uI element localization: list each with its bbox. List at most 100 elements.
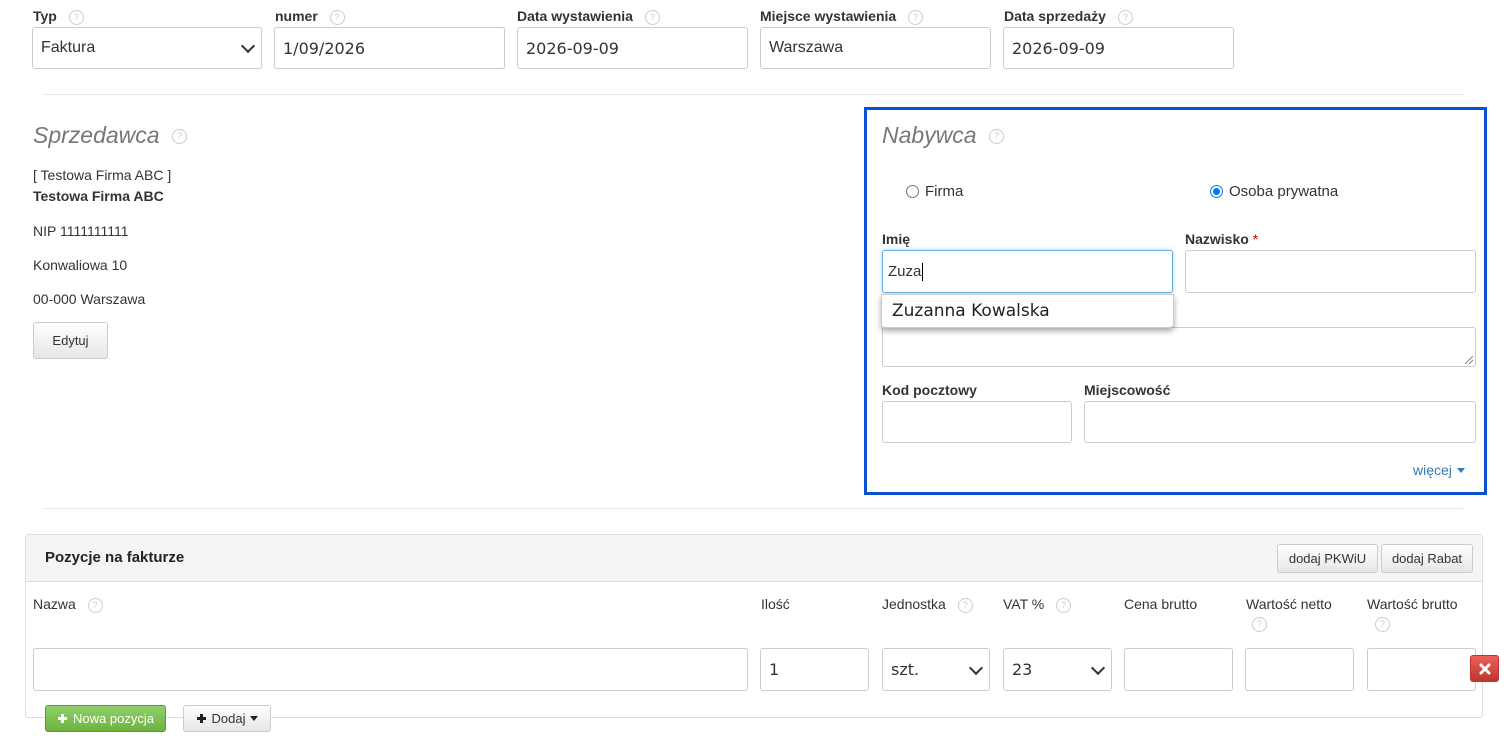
edit-seller-button[interactable]: Edytuj — [33, 322, 108, 359]
postal-code-input[interactable] — [882, 401, 1072, 443]
help-icon[interactable]: ? — [1056, 597, 1072, 613]
numer-label: numer ? — [275, 8, 345, 25]
help-icon[interactable]: ? — [644, 9, 660, 25]
col-name-header: Nazwa ? — [33, 596, 103, 613]
data-sprzedazy-label-text: Data sprzedaży — [1004, 8, 1106, 24]
typ-label-text: Typ — [33, 8, 57, 24]
data-sprzedazy-label: Data sprzedaży ? — [1004, 8, 1133, 25]
help-icon[interactable]: ? — [68, 9, 84, 25]
typ-label: Typ ? — [33, 8, 84, 25]
col-net-value-text: Wartość netto — [1246, 596, 1332, 612]
autocomplete-suggestion-text: Zuzanna Kowalska — [892, 301, 1050, 321]
first-name-value: Zuza — [888, 263, 922, 280]
miejsce-wystawienia-label-text: Miejsce wystawienia — [760, 8, 897, 24]
divider — [43, 508, 1463, 509]
help-icon[interactable]: ? — [908, 9, 924, 25]
data-wystawienia-input[interactable]: 2026-09-09 — [517, 27, 748, 69]
position-qty-input[interactable]: 1 — [760, 648, 869, 691]
help-icon[interactable]: ? — [1117, 9, 1133, 25]
position-vat-value: 23 — [1012, 660, 1033, 679]
help-icon[interactable]: ? — [171, 129, 187, 145]
position-vat-select[interactable]: 23 — [1003, 648, 1112, 691]
position-net-value-input[interactable] — [1245, 648, 1354, 691]
last-name-input[interactable] — [1185, 250, 1476, 293]
help-icon[interactable]: ? — [957, 597, 973, 613]
buyer-title-text: Nabywca — [882, 122, 977, 148]
numer-input-value: 1/09/2026 — [283, 38, 366, 58]
data-sprzedazy-value: 2026-09-09 — [1012, 38, 1105, 58]
last-name-label: Nazwisko * — [1185, 231, 1258, 247]
resize-handle-icon[interactable] — [1465, 356, 1473, 364]
col-net-value-header: Wartość netto ? — [1246, 596, 1332, 632]
add-pkwiu-button[interactable]: dodaj PKWiU — [1277, 544, 1378, 573]
data-wystawienia-value: 2026-09-09 — [526, 38, 619, 58]
more-link-text: więcej — [1413, 462, 1452, 478]
plus-icon — [58, 714, 68, 723]
new-position-label: Nowa pozycja — [73, 711, 154, 726]
caret-down-icon — [250, 716, 259, 721]
miejsce-wystawienia-label: Miejsce wystawienia ? — [760, 8, 924, 25]
first-name-label: Imię — [882, 231, 911, 247]
required-mark: * — [1252, 231, 1259, 247]
divider — [43, 94, 1463, 95]
add-dropdown-label: Dodaj — [211, 711, 246, 726]
position-unit-select[interactable]: szt. — [882, 648, 990, 691]
positions-header — [26, 535, 1482, 582]
help-icon[interactable]: ? — [989, 129, 1004, 145]
col-unit-header: Jednostka ? — [882, 596, 973, 613]
last-name-label-text: Nazwisko — [1185, 231, 1249, 247]
typ-select[interactable]: Faktura — [32, 27, 262, 69]
col-gross-price-header: Cena brutto — [1124, 596, 1198, 612]
chevron-down-icon — [1090, 660, 1106, 675]
col-vat-text: VAT % — [1003, 596, 1045, 612]
data-wystawienia-label-text: Data wystawienia — [517, 8, 633, 24]
col-gross-value-header: Wartość brutto ? — [1367, 596, 1458, 632]
position-unit-value: szt. — [891, 660, 920, 679]
postal-code-label: Kod pocztowy — [882, 382, 977, 398]
miejsce-wystawienia-input[interactable]: Warszawa — [760, 27, 991, 69]
radio-company-label: Firma — [925, 183, 964, 200]
caret-down-icon — [1456, 467, 1465, 473]
add-dropdown-button[interactable]: Dodaj — [183, 705, 271, 732]
seller-title: Sprzedawca ? — [33, 122, 187, 149]
close-icon — [1479, 663, 1490, 674]
radio-private-circle[interactable] — [1210, 185, 1223, 198]
chevron-down-icon — [240, 38, 256, 54]
data-sprzedazy-input[interactable]: 2026-09-09 — [1003, 27, 1234, 69]
radio-company[interactable]: Firma — [906, 183, 963, 200]
position-gross-value-input[interactable] — [1367, 648, 1476, 691]
col-qty-header: Ilość — [761, 596, 790, 612]
delete-row-button[interactable] — [1470, 655, 1499, 682]
help-icon[interactable]: ? — [1375, 617, 1390, 632]
autocomplete-suggestion[interactable]: Zuzanna Kowalska — [881, 294, 1174, 328]
miejsce-wystawienia-value: Warszawa — [769, 39, 844, 56]
col-gross-value-text: Wartość brutto — [1367, 596, 1458, 612]
seller-short-name: [ Testowa Firma ABC ] — [33, 167, 172, 183]
position-qty-value: 1 — [769, 660, 780, 679]
first-name-input[interactable]: Zuza — [882, 250, 1173, 293]
position-name-input[interactable] — [33, 648, 748, 691]
city-input[interactable] — [1084, 401, 1476, 443]
help-icon[interactable]: ? — [87, 597, 103, 613]
seller-name: Testowa Firma ABC — [33, 188, 164, 204]
buyer-title: Nabywca ? — [882, 122, 1004, 149]
seller-street: Konwaliowa 10 — [33, 257, 128, 273]
city-label: Miejscowość — [1084, 382, 1171, 398]
seller-title-text: Sprzedawca — [33, 122, 160, 148]
chevron-down-icon — [968, 660, 984, 675]
positions-title: Pozycje na fakturze — [45, 549, 185, 566]
numer-input[interactable]: 1/09/2026 — [274, 27, 505, 69]
typ-select-value: Faktura — [41, 39, 96, 56]
radio-private-label: Osoba prywatna — [1229, 183, 1339, 200]
position-gross-price-input[interactable] — [1124, 648, 1233, 691]
more-link[interactable]: więcej — [1413, 462, 1465, 478]
address-textarea[interactable] — [882, 327, 1476, 367]
help-icon[interactable]: ? — [1252, 617, 1267, 632]
help-icon[interactable]: ? — [329, 9, 345, 25]
radio-company-circle[interactable] — [906, 185, 919, 198]
new-position-button[interactable]: Nowa pozycja — [45, 705, 166, 732]
radio-private[interactable]: Osoba prywatna — [1210, 183, 1338, 200]
add-rabat-button[interactable]: dodaj Rabat — [1381, 544, 1473, 573]
seller-city: 00-000 Warszawa — [33, 291, 146, 307]
col-unit-text: Jednostka — [882, 596, 946, 612]
